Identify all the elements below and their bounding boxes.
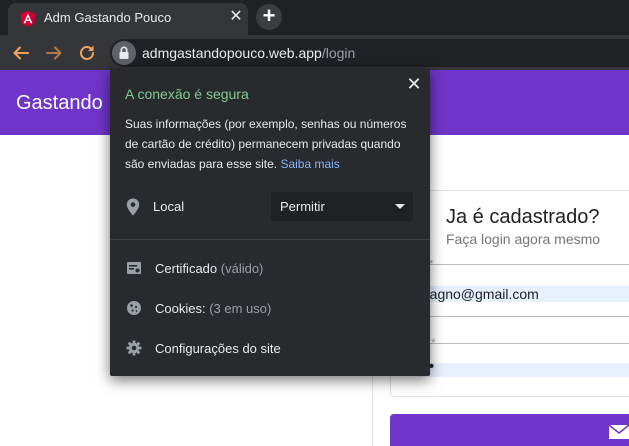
mail-icon[interactable] (608, 424, 629, 440)
cookies-label: Cookies: (155, 301, 206, 316)
arrow-right-icon[interactable] (43, 42, 65, 64)
email-field-underline (418, 316, 629, 317)
permission-selected-value: Permitir (280, 199, 325, 214)
login-subtitle: Faça login agora mesmo (446, 231, 601, 247)
address-bar[interactable]: admgastandopouco.web.app/login (110, 39, 629, 67)
tab-title: Adm Gastando Pouco (44, 10, 172, 25)
browser-toolbar: admgastandopouco.web.app/login (0, 35, 629, 70)
learn-more-link[interactable]: Saiba mais (280, 157, 339, 171)
certificate-icon (126, 260, 142, 276)
connection-description-text: Suas informações (por exemplo, senhas ou… (125, 117, 407, 171)
password-autofill-bg (418, 363, 629, 377)
app-title: Gastando (16, 92, 103, 114)
certificate-status: (válido) (220, 261, 264, 276)
popup-divider (110, 239, 430, 240)
new-tab-button[interactable]: + (256, 4, 282, 30)
password-field-top-line (418, 343, 629, 344)
gear-icon (126, 340, 142, 356)
certificate-label: Certificado (155, 261, 218, 276)
email-field[interactable]: magno@gmail.com (418, 286, 539, 302)
chevron-down-icon (395, 204, 405, 209)
tab-strip: Adm Gastando Pouco ✕ + (0, 0, 629, 35)
reload-icon[interactable] (76, 42, 98, 64)
url-path: /login (321, 45, 356, 61)
lock-icon[interactable] (112, 41, 136, 65)
login-submit-button[interactable] (390, 414, 629, 446)
url-text[interactable]: admgastandopouco.web.app/login (142, 45, 355, 61)
cookies-row[interactable]: Cookies: (3 em uso) (155, 301, 271, 316)
location-permission-select[interactable]: Permitir (271, 192, 413, 221)
arrow-left-icon[interactable] (10, 42, 32, 64)
close-icon[interactable]: ✕ (406, 75, 422, 93)
location-pin-icon (126, 198, 140, 216)
browser-tab[interactable]: Adm Gastando Pouco ✕ (8, 3, 248, 35)
cookie-icon (126, 300, 142, 316)
connection-secure-title: A conexão é segura (125, 86, 249, 102)
location-permission-label: Local (153, 199, 185, 214)
url-host: admgastandopouco.web.app (142, 45, 322, 61)
tab-close-icon[interactable]: ✕ (228, 9, 244, 25)
site-settings-row[interactable]: Configurações do site (155, 341, 281, 356)
angular-icon (20, 11, 36, 27)
login-title: Ja é cadastrado? (446, 206, 600, 228)
site-info-popup: ✕ A conexão é segura Suas informações (p… (110, 68, 430, 376)
cookies-count: (3 em uso) (209, 301, 272, 316)
certificate-row[interactable]: Certificado (válido) (155, 261, 263, 276)
connection-description: Suas informações (por exemplo, senhas ou… (125, 114, 415, 174)
